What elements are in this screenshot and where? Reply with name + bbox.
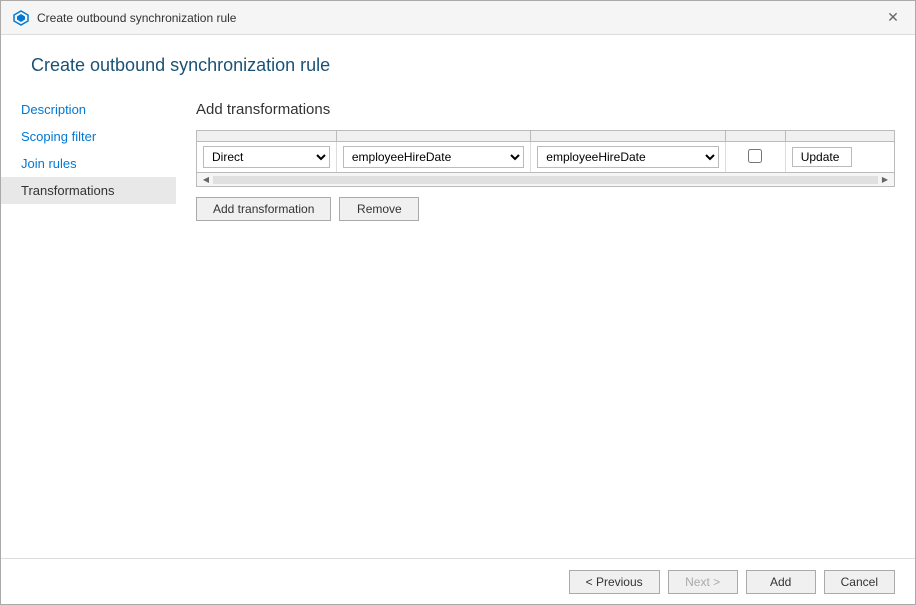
section-title: Add transformations — [196, 101, 895, 118]
col-apply-once — [725, 131, 785, 142]
merge-type-value: Update — [792, 147, 852, 167]
dialog-body: Description Scoping filter Join rules Tr… — [1, 86, 915, 558]
transformations-table-container: Direct Constant Expression employeeHireD… — [196, 130, 895, 187]
scroll-left-arrow[interactable]: ◀ — [199, 173, 213, 187]
title-bar-left: Create outbound synchronization rule — [13, 10, 236, 26]
sidebar: Description Scoping filter Join rules Tr… — [1, 86, 176, 558]
target-attribute-cell: employeeHireDate — [336, 142, 530, 173]
previous-button[interactable]: < Previous — [569, 570, 660, 594]
scroll-right-arrow[interactable]: ▶ — [878, 173, 892, 187]
next-button[interactable]: Next > — [668, 570, 738, 594]
col-flow-type — [197, 131, 336, 142]
col-target-attribute — [336, 131, 530, 142]
horizontal-scrollbar[interactable]: ◀ ▶ — [197, 172, 894, 186]
dialog-footer: < Previous Next > Add Cancel — [1, 558, 915, 604]
apply-once-cell — [725, 142, 785, 173]
flow-type-select[interactable]: Direct Constant Expression — [203, 146, 330, 168]
source-cell: employeeHireDate — [531, 142, 725, 173]
title-bar-text: Create outbound synchronization rule — [37, 11, 236, 25]
transformation-buttons: Add transformation Remove — [196, 197, 895, 221]
dialog-header: Create outbound synchronization rule — [1, 35, 915, 86]
add-button[interactable]: Add — [746, 570, 816, 594]
sidebar-item-transformations[interactable]: Transformations — [1, 177, 176, 204]
dialog-title: Create outbound synchronization rule — [31, 55, 885, 76]
close-button[interactable]: ✕ — [883, 8, 903, 28]
col-merge-type — [785, 131, 894, 142]
table-header-row — [197, 131, 894, 142]
source-select[interactable]: employeeHireDate — [537, 146, 718, 168]
merge-type-cell: Update — [785, 142, 894, 173]
remove-button[interactable]: Remove — [339, 197, 419, 221]
sidebar-item-scoping-filter[interactable]: Scoping filter — [1, 123, 176, 150]
dialog-window: Create outbound synchronization rule ✕ C… — [0, 0, 916, 605]
flow-type-cell: Direct Constant Expression — [197, 142, 336, 173]
apply-once-checkbox[interactable] — [748, 149, 762, 163]
main-content: Add transformations — [176, 86, 915, 558]
app-icon — [13, 10, 29, 26]
cancel-button[interactable]: Cancel — [824, 570, 895, 594]
transformations-table: Direct Constant Expression employeeHireD… — [197, 131, 894, 172]
title-bar: Create outbound synchronization rule ✕ — [1, 1, 915, 35]
target-attribute-select[interactable]: employeeHireDate — [343, 146, 524, 168]
sidebar-item-description[interactable]: Description — [1, 96, 176, 123]
sidebar-item-join-rules[interactable]: Join rules — [1, 150, 176, 177]
table-row: Direct Constant Expression employeeHireD… — [197, 142, 894, 173]
scrollbar-track[interactable] — [213, 176, 878, 184]
add-transformation-button[interactable]: Add transformation — [196, 197, 331, 221]
col-source — [531, 131, 725, 142]
